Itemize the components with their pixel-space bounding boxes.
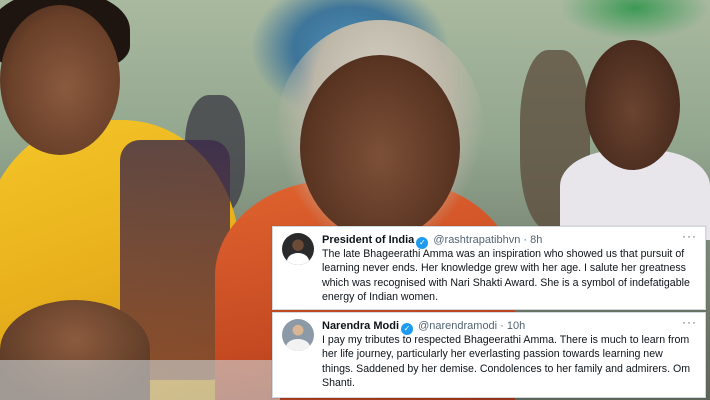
tweet-text: I pay my tributes to respected Bhageerat… [322, 334, 691, 389]
woman-right-head [585, 40, 680, 170]
tweet-card-modi[interactable]: Narendra Modi ✓ @narendramodi · 10h ··· I… [272, 312, 706, 398]
woman-left-head [0, 5, 120, 155]
tweet-card-president[interactable]: President of India ✓ @rashtrapatibhvn · 8… [272, 226, 706, 310]
tweet-header: Narendra Modi ✓ @narendramodi · 10h [322, 319, 677, 335]
timestamp[interactable]: 10h [507, 320, 525, 332]
more-options-icon[interactable]: ··· [682, 229, 697, 243]
avatar[interactable] [282, 319, 314, 351]
account-handle[interactable]: @rashtrapatibhvn [433, 234, 520, 246]
account-handle[interactable]: @narendramodi [418, 320, 497, 332]
avatar[interactable] [282, 233, 314, 265]
wall-painting-leaf [560, 0, 710, 40]
account-name[interactable]: President of India [322, 234, 414, 246]
separator: · [500, 320, 504, 332]
more-options-icon[interactable]: ··· [682, 315, 697, 329]
timestamp[interactable]: 8h [530, 234, 542, 246]
separator: · [523, 234, 528, 246]
elderly-woman-head [300, 55, 460, 240]
desk [0, 360, 280, 400]
tweet-text: The late Bhageerathi Amma was an inspira… [322, 248, 690, 303]
tweet-header: President of India ✓ @rashtrapatibhvn · 8… [322, 233, 677, 249]
account-name[interactable]: Narendra Modi [322, 320, 399, 332]
